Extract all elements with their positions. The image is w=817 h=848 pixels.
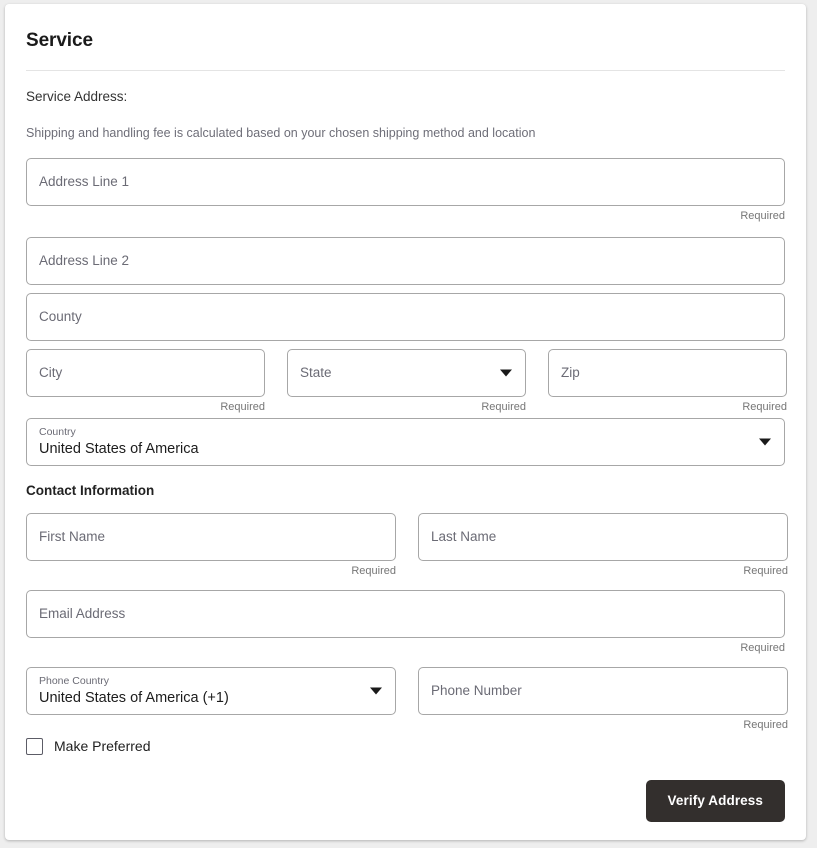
phone-country-field: Phone Country United States of America (… [26,667,396,733]
country-field: Country United States of America [26,418,785,466]
address-line-2-input[interactable]: Address Line 2 [26,237,785,285]
city-state-zip-row: City Required State Required Zip Require [26,349,787,415]
verify-address-button[interactable]: Verify Address [645,780,785,822]
service-address-label: Service Address: [26,89,128,104]
county-input[interactable]: County [26,293,785,341]
first-name-field: First Name Required [26,513,396,579]
email-required: Required [740,642,785,654]
email-row: Email Address Required [26,590,785,656]
card-actions: Verify Address [26,780,785,822]
make-preferred-checkbox[interactable] [26,738,43,755]
phone-number-field: Phone Number Required [418,667,788,733]
title-divider [26,70,785,71]
email-input[interactable]: Email Address [26,590,785,638]
address-line-1-required: Required [740,210,785,222]
country-row: Country United States of America [26,418,785,466]
phone-number-placeholder: Phone Number [431,683,522,698]
make-preferred-label[interactable]: Make Preferred [54,737,150,756]
country-value: United States of America [39,440,199,457]
phone-country-value-wrap: Phone Country United States of America (… [39,675,383,708]
last-name-input[interactable]: Last Name [418,513,788,561]
state-field: State Required [287,349,526,415]
phone-country-select[interactable]: Phone Country United States of America (… [26,667,396,715]
county-placeholder: County [39,309,82,324]
phone-number-required: Required [743,719,788,731]
zip-placeholder: Zip [561,365,580,380]
page-title: Service [26,30,93,51]
address-line-1-placeholder: Address Line 1 [39,174,130,189]
city-field: City Required [26,349,265,415]
chevron-down-icon [500,369,512,377]
first-name-required: Required [351,565,396,577]
last-name-required: Required [743,565,788,577]
address-line-2-placeholder: Address Line 2 [39,253,130,268]
address-line-1-input[interactable]: Address Line 1 [26,158,785,206]
city-input[interactable]: City [26,349,265,397]
card-content: Service Service Address: Shipping and ha… [5,4,806,840]
state-placeholder: State [300,365,332,380]
zip-required: Required [742,401,787,413]
make-preferred-row[interactable]: Make Preferred [26,737,785,756]
phone-number-input[interactable]: Phone Number [418,667,788,715]
first-name-input[interactable]: First Name [26,513,396,561]
country-select[interactable]: Country United States of America [26,418,785,466]
shipping-hint-text: Shipping and handling fee is calculated … [26,126,536,140]
first-name-placeholder: First Name [39,529,106,544]
contact-information-heading: Contact Information [26,483,155,498]
email-field: Email Address Required [26,590,785,656]
address-line-1-field: Address Line 1 Required [26,158,785,224]
country-label: Country [39,425,76,438]
last-name-placeholder: Last Name [431,529,497,544]
email-placeholder: Email Address [39,606,126,621]
address-line-1-row: Address Line 1 Required [26,158,785,224]
name-row: First Name Required Last Name Required [26,513,788,579]
zip-field: Zip Required [548,349,787,415]
phone-country-value: United States of America (+1) [39,689,229,706]
chevron-down-icon [370,687,382,695]
zip-input[interactable]: Zip [548,349,787,397]
page-background: Service Service Address: Shipping and ha… [0,0,817,848]
chevron-down-icon [759,438,771,446]
state-select[interactable]: State [287,349,526,397]
phone-row: Phone Country United States of America (… [26,667,788,733]
city-placeholder: City [39,365,63,380]
last-name-field: Last Name Required [418,513,788,579]
phone-country-label: Phone Country [39,674,110,687]
country-value-wrap: Country United States of America [39,426,772,459]
state-required: Required [481,401,526,413]
city-required: Required [220,401,265,413]
service-card: Service Service Address: Shipping and ha… [5,4,806,840]
